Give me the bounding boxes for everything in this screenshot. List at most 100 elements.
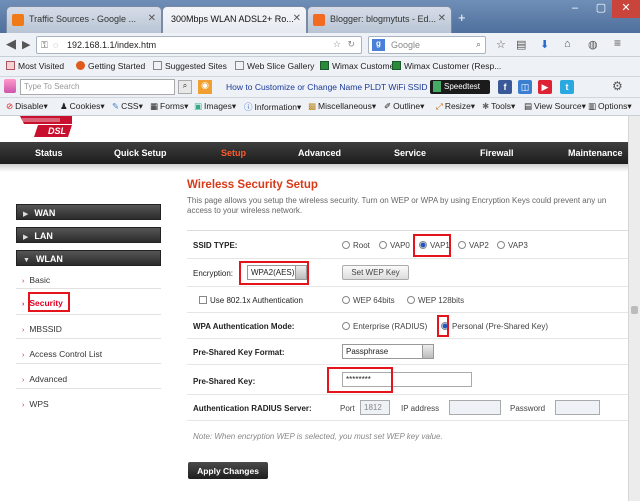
radio-vap3[interactable]: VAP3 xyxy=(497,241,528,250)
sidebar-item-advanced[interactable]: › Advanced xyxy=(22,374,67,384)
sidebar-head-wan[interactable]: ▶ WAN xyxy=(16,204,161,220)
radio-wep64[interactable]: WEP 64bits xyxy=(342,296,395,305)
menu-shadow xyxy=(0,164,628,172)
set-wep-key-button[interactable]: Set WEP Key xyxy=(342,265,409,280)
menu-advanced[interactable]: Advanced xyxy=(298,148,341,158)
chat-icon[interactable]: ◍ xyxy=(588,38,598,51)
apply-changes-button[interactable]: Apply Changes xyxy=(188,462,268,479)
bookmark-most-visited[interactable]: Most Visited xyxy=(6,61,64,71)
clipboard-icon[interactable]: ▤ xyxy=(516,38,526,51)
sidebar-item-wps[interactable]: › WPS xyxy=(22,399,49,409)
dev-resize[interactable]: ⤢ Resize▾ xyxy=(436,101,475,112)
highlight-encryption xyxy=(239,261,309,285)
dev-information[interactable]: ⓘ Information▾ xyxy=(244,101,301,113)
addon-toolbar: Type To Search ⌕ ◉ How to Customize or C… xyxy=(0,77,640,98)
dev-cookies[interactable]: ♟ Cookies▾ xyxy=(60,101,105,112)
sidebar-item-access-control[interactable]: › Access Control List xyxy=(22,349,102,359)
home-icon[interactable]: ⌂ xyxy=(564,38,571,50)
youtube-icon[interactable]: ▶ xyxy=(538,80,552,94)
photo-icon[interactable]: ◫ xyxy=(518,80,532,94)
dev-disable[interactable]: ⊘ Disable▾ xyxy=(6,101,48,112)
bookmark-wimax-2[interactable]: Wimax Customer (Resp... xyxy=(392,61,501,71)
bookmark-web-slice[interactable]: Web Slice Gallery xyxy=(235,61,314,71)
url-bar[interactable]: ⚿ ◌ 192.168.1.1/index.htm ☆ ↻ xyxy=(36,36,362,54)
wimax-icon xyxy=(392,61,401,70)
close-icon[interactable]: ✕ xyxy=(148,13,156,24)
download-icon[interactable]: ⬇ xyxy=(540,38,549,51)
dev-images[interactable]: ▣ Images▾ xyxy=(194,101,236,112)
search-input[interactable]: g Google ⌕ xyxy=(368,36,486,54)
tab-router[interactable]: 300Mbps WLAN ADSL2+ Ro... ✕ xyxy=(162,6,307,33)
menu-setup[interactable]: Setup xyxy=(221,148,246,158)
gear-icon[interactable]: ⚙ xyxy=(612,79,623,93)
bullet-icon: › xyxy=(22,278,25,285)
tab-traffic-sources[interactable]: Traffic Sources - Google ... ✕ xyxy=(6,6,162,33)
back-icon[interactable]: ◀ xyxy=(6,36,16,52)
sidebar-item-mbssid[interactable]: › MBSSID xyxy=(22,324,62,334)
dev-tools[interactable]: ✱ Tools▾ xyxy=(482,101,515,112)
analytics-icon xyxy=(12,14,24,26)
sidebar-head-lan[interactable]: ▶ LAN xyxy=(16,227,161,243)
bookmarks-bar: Most Visited Getting Started Suggested S… xyxy=(0,57,640,77)
dev-options[interactable]: ▥ Options▾ xyxy=(588,101,632,112)
radius-password-input[interactable] xyxy=(555,400,600,415)
twitter-icon[interactable]: t xyxy=(560,80,574,94)
use-8021x-checkbox[interactable]: Use 802.1x Authentication xyxy=(199,296,303,305)
highlight-personal xyxy=(437,315,449,337)
dev-miscellaneous[interactable]: ▩ Miscellaneous▾ xyxy=(308,101,376,112)
radio-vap0[interactable]: VAP0 xyxy=(379,241,410,250)
close-icon[interactable]: ✕ xyxy=(293,13,301,24)
speedtest-button[interactable]: Speedtest xyxy=(430,80,490,94)
radius-port-input[interactable]: 1812 xyxy=(360,400,390,415)
dev-outline[interactable]: ✐ Outline▾ xyxy=(384,101,424,112)
browser-tab-bar: Traffic Sources - Google ... ✕ 300Mbps W… xyxy=(0,0,640,33)
menu-status[interactable]: Status xyxy=(35,148,63,158)
radio-enterprise[interactable]: Enterprise (RADIUS) xyxy=(342,322,427,331)
bookmark-star-icon[interactable]: ☆ xyxy=(333,39,341,50)
scrollbar[interactable] xyxy=(628,116,640,501)
search-icon[interactable]: ⌕ xyxy=(178,80,192,94)
toolbar-search-input[interactable]: Type To Search xyxy=(20,79,175,95)
radio-vap2[interactable]: VAP2 xyxy=(458,241,489,250)
search-icon[interactable]: ⌕ xyxy=(476,39,481,50)
psk-format-select[interactable]: Passphrase xyxy=(342,344,434,359)
dev-css[interactable]: ✎ CSS▾ xyxy=(112,101,143,112)
checkbox-icon xyxy=(199,296,207,304)
maximize-icon[interactable]: ▢ xyxy=(588,0,614,18)
star-icon[interactable]: ☆ xyxy=(496,38,506,51)
toolbar-link[interactable]: How to Customize or Change Name PLDT WiF… xyxy=(226,82,428,92)
divider xyxy=(16,314,161,315)
scrollbar-thumb[interactable] xyxy=(631,306,638,314)
sidebar-item-basic[interactable]: › Basic xyxy=(22,275,50,285)
bookmark-suggested-sites[interactable]: Suggested Sites xyxy=(153,61,227,71)
menu-service[interactable]: Service xyxy=(394,148,426,158)
close-icon[interactable]: ✕ xyxy=(438,13,446,24)
new-tab-icon[interactable]: + xyxy=(458,10,466,25)
bullet-icon: › xyxy=(22,377,25,384)
divider xyxy=(16,363,161,364)
menu-quick-setup[interactable]: Quick Setup xyxy=(114,148,167,158)
sidebar-head-wlan[interactable]: ▼ WLAN xyxy=(16,250,161,266)
dev-view-source[interactable]: ▤ View Source▾ xyxy=(524,101,586,112)
bookmark-getting-started[interactable]: Getting Started xyxy=(76,61,145,71)
facebook-icon[interactable]: f xyxy=(498,80,512,94)
chevron-down-icon xyxy=(422,345,433,358)
radio-wep128[interactable]: WEP 128bits xyxy=(407,296,464,305)
dev-forms[interactable]: ▦ Forms▾ xyxy=(150,101,188,112)
menu-maintenance[interactable]: Maintenance xyxy=(568,148,623,158)
tab-blogger[interactable]: Blogger: blogmytuts - Ed... ✕ xyxy=(307,6,452,33)
bookmark-wimax-1[interactable]: Wimax Customer xyxy=(320,61,397,71)
bullet-icon: › xyxy=(22,327,25,334)
radius-ip-input[interactable] xyxy=(449,400,501,415)
radio-personal[interactable]: Personal (Pre-Shared Key) xyxy=(441,322,548,331)
minimize-icon[interactable]: – xyxy=(562,0,588,18)
forward-icon[interactable]: ▶ xyxy=(22,38,30,51)
radio-icon xyxy=(407,296,415,304)
rss-icon[interactable]: ◉ xyxy=(198,80,212,94)
tab-label: 300Mbps WLAN ADSL2+ Ro... xyxy=(171,14,294,24)
close-window-icon[interactable]: ✕ xyxy=(612,0,640,18)
menu-icon[interactable]: ≡ xyxy=(614,36,621,50)
reload-icon[interactable]: ↻ xyxy=(347,39,355,50)
radio-root[interactable]: Root xyxy=(342,241,370,250)
menu-firewall[interactable]: Firewall xyxy=(480,148,514,158)
